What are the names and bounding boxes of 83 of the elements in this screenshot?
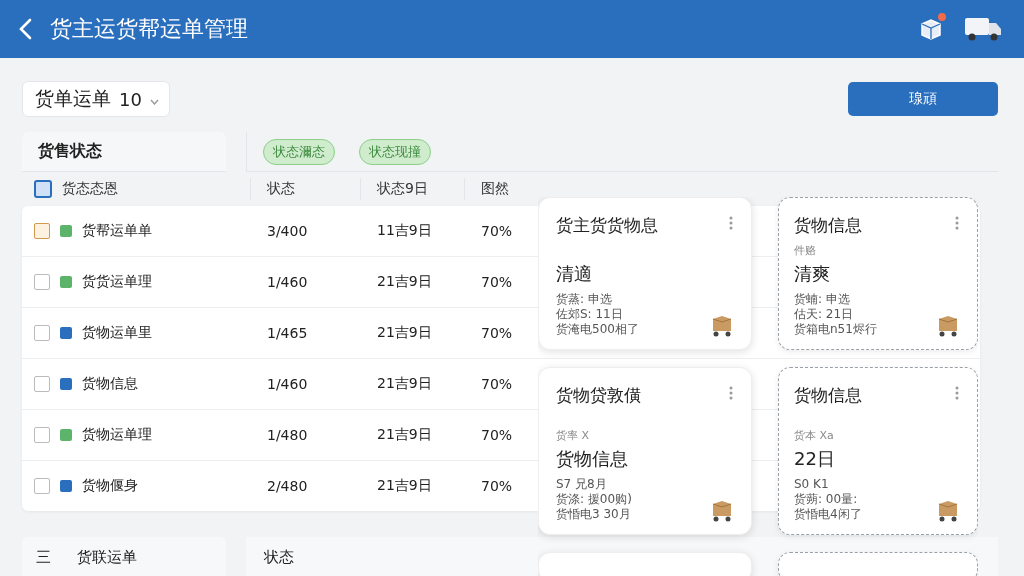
card-heading: 货物信息	[556, 447, 629, 471]
card-detail: 佐郊S: 11日	[556, 307, 624, 322]
card-detail: 货蒸: 申选	[556, 292, 613, 307]
page-title: 货主运货帮运单管理	[50, 15, 248, 43]
row-checkbox[interactable]	[34, 274, 50, 290]
box-cart-icon	[711, 500, 733, 522]
more-icon[interactable]	[729, 216, 733, 230]
table-cell: 货物信息	[82, 375, 138, 393]
table-cell: 21吉9日	[377, 324, 432, 342]
table-cell: 70%	[481, 223, 513, 239]
row-checkbox[interactable]	[34, 478, 50, 494]
card-detail: 货淹电500相了	[556, 322, 639, 337]
row-checkbox[interactable]	[34, 376, 50, 392]
card-detail: 件赂	[794, 243, 817, 258]
column-header: 货态态恩	[62, 180, 118, 198]
table-cell: 1/465	[267, 325, 308, 341]
more-icon[interactable]	[729, 386, 733, 400]
table-cell: 货物运单理	[82, 426, 152, 444]
table-cell: 1/460	[267, 376, 308, 392]
box-cart-icon	[711, 315, 733, 337]
table-cell: 3/400	[267, 223, 308, 239]
card-detail: 货率 X	[556, 428, 591, 443]
filter-label: 货售状态	[22, 132, 226, 172]
card-detail: 货箱电n51烬行	[794, 322, 877, 337]
package-icon[interactable]	[918, 16, 944, 42]
table-cell: 1/460	[267, 274, 308, 290]
card-detail: 货蝻: 申选	[794, 292, 851, 307]
section-label: 货联运单	[77, 547, 137, 567]
select-all-checkbox[interactable]	[34, 180, 52, 198]
card-detail: S7 兄8月	[556, 477, 608, 492]
table-cell: 11吉9日	[377, 222, 432, 240]
card-detail: 货本 Xa	[794, 428, 835, 443]
filter-chip[interactable]: 状态现撞	[359, 138, 431, 165]
table-cell: 货物运单里	[82, 324, 152, 342]
waybill-dropdown[interactable]: 货单运单 10	[22, 81, 170, 117]
table-cell: 21吉9日	[377, 375, 432, 393]
card-title: 货物贷敦僙	[556, 384, 641, 407]
row-checkbox[interactable]	[34, 325, 50, 341]
back-icon[interactable]	[18, 18, 32, 40]
card-detail: 估天: 21日	[794, 307, 855, 322]
card-detail: 货蒴: 00量:	[794, 492, 859, 507]
table-cell: 货货运单理	[82, 273, 152, 291]
info-card[interactable]: 货物信息 货本 Xa 22日 S0 K1 货蒴: 00量: 货惛电4闲了	[778, 367, 978, 535]
box-cart-icon	[937, 315, 959, 337]
menu-icon[interactable]: 三	[36, 547, 51, 567]
table-cell: 70%	[481, 478, 513, 494]
row-checkbox[interactable]	[34, 223, 50, 239]
table-cell: 货物偃身	[82, 477, 138, 495]
card-title: 货物信息	[794, 384, 862, 407]
filter-chip[interactable]: 状态濔态	[263, 138, 335, 165]
column-header: 图然	[481, 180, 509, 198]
box-cart-icon	[937, 500, 959, 522]
info-card[interactable]: 货物信息 件赂 清爽 货蝻: 申选 估天: 21日 货箱电n51烬行	[778, 197, 978, 350]
info-card[interactable]	[778, 552, 978, 576]
more-icon[interactable]	[955, 216, 959, 230]
card-heading: 清適	[556, 262, 593, 286]
column-header: 状态9日	[377, 180, 428, 198]
table-cell: 2/480	[267, 478, 308, 494]
table-cell: 21吉9日	[377, 477, 432, 495]
column-header: 状态	[264, 547, 294, 567]
table-cell: 货帮运单单	[82, 222, 152, 240]
card-title: 货物信息	[794, 214, 862, 237]
table-cell: 70%	[481, 376, 513, 392]
card-detail: S0 K1	[794, 477, 830, 492]
table-cell: 70%	[481, 427, 513, 443]
card-title: 货主货货物息	[556, 214, 658, 237]
info-card[interactable]: 货物贷敦僙 货率 X 货物信息 S7 兄8月 货涤: 援00购) 货惛电3 30月	[538, 367, 752, 535]
card-heading: 22日	[794, 447, 836, 471]
more-icon[interactable]	[955, 386, 959, 400]
info-card[interactable]: 货主货货物息 清適 货蒸: 申选 佐郊S: 11日 货淹电500相了	[538, 197, 752, 350]
table-cell: 70%	[481, 325, 513, 341]
table-cell: 21吉9日	[377, 426, 432, 444]
row-checkbox[interactable]	[34, 427, 50, 443]
table-cell: 70%	[481, 274, 513, 290]
table-cell: 21吉9日	[377, 273, 432, 291]
table-cell: 1/480	[267, 427, 308, 443]
card-detail: 货惛电3 30月	[556, 507, 632, 522]
card-heading: 清爽	[794, 262, 831, 286]
column-header: 状态	[267, 180, 295, 198]
truck-icon[interactable]	[964, 15, 1002, 43]
card-detail: 货涤: 援00购)	[556, 492, 632, 507]
primary-button[interactable]: 瑔頑	[848, 82, 998, 116]
card-detail: 货惛电4闲了	[794, 507, 862, 522]
